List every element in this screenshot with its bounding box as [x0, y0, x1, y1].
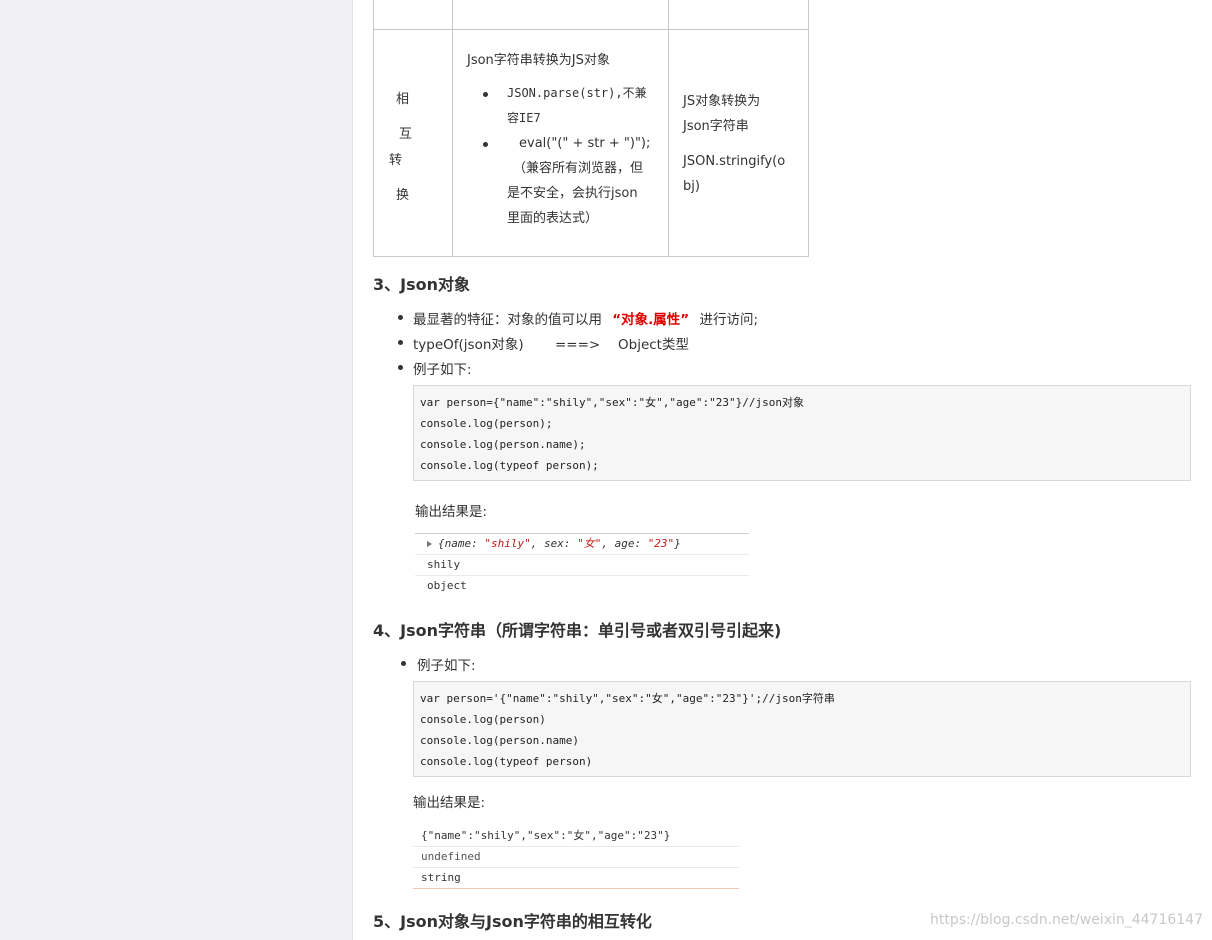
console-line: {name: "shily", sex: "女", age: "23"}: [415, 534, 749, 555]
list-item: eval("(" + str + ")"); （兼容所有浏览器，但 是不安全，会…: [467, 131, 668, 231]
list-item: 最显著的特征：对象的值可以用 “对象.属性” 进行访问;: [413, 312, 759, 328]
list-item: JSON.parse(str),不兼 容IE7: [467, 81, 668, 131]
list-item: 例子如下:: [413, 362, 472, 378]
console-line: undefined: [413, 847, 739, 868]
bullet-icon: [398, 340, 403, 345]
parse-cell: Json字符串转换为JS对象 JSON.parse(str),不兼 容IE7 e…: [452, 29, 669, 257]
code-line: var person={"name":"shily","sex":"女","ag…: [420, 396, 804, 409]
output-label: 输出结果是:: [415, 504, 488, 520]
bullet-icon: [398, 365, 403, 370]
expand-triangle-icon[interactable]: [427, 541, 432, 547]
row-label-char: 转: [389, 153, 403, 168]
bullet-icon: [401, 661, 406, 666]
console-output: {"name":"shily","sex":"女","age":"23"} un…: [413, 826, 739, 889]
code-line: console.log(person.name);: [420, 438, 586, 451]
highlight-text: “对象.属性”: [612, 312, 690, 328]
code-line: console.log(typeof person): [420, 755, 593, 768]
bullet-icon: [398, 315, 403, 320]
left-sidebar: [0, 0, 352, 940]
code-line: var person='{"name":"shily","sex":"女","a…: [420, 692, 835, 705]
code-block[interactable]: var person='{"name":"shily","sex":"女","a…: [413, 681, 1191, 777]
console-output: {name: "shily", sex: "女", age: "23"} shi…: [415, 533, 749, 596]
parse-methods-list: JSON.parse(str),不兼 容IE7 eval("(" + str +…: [467, 81, 668, 231]
row-label-cell: 相 互 转 换: [373, 29, 453, 257]
output-label: 输出结果是:: [413, 795, 486, 811]
table-cell: [373, 0, 453, 30]
row-label-char: 换: [396, 188, 410, 203]
console-line: object: [427, 579, 467, 592]
bullet-icon: [483, 142, 488, 147]
list-item: 例子如下:: [417, 658, 476, 674]
conversion-table-row: 相 互 转 换 Json字符串转换为JS对象 JSON.parse(str),不…: [373, 29, 809, 257]
list-item: typeOf(json对象) ===> Object类型: [413, 337, 689, 353]
code-line: console.log(person);: [420, 417, 553, 430]
stringify-cell: JS对象转换为 Json字符串 JSON.stringify(o bj): [668, 29, 809, 257]
watermark: https://blog.csdn.net/weixin_44716147: [929, 912, 1203, 928]
section-heading: 3、Json对象: [373, 275, 470, 294]
code-line: console.log(person.name): [420, 734, 579, 747]
code-block[interactable]: var person={"name":"shily","sex":"女","ag…: [413, 385, 1191, 481]
article-content: 相 互 转 换 Json字符串转换为JS对象 JSON.parse(str),不…: [352, 0, 1212, 940]
code-line: console.log(typeof person);: [420, 459, 599, 472]
row-label-char: 互: [399, 127, 413, 142]
table-top-row: [373, 0, 809, 30]
console-line: shily: [415, 555, 749, 576]
section-heading: 5、Json对象与Json字符串的相互转化: [373, 912, 652, 931]
console-line: string: [421, 871, 461, 884]
parse-cell-title: Json字符串转换为JS对象: [467, 53, 610, 68]
console-line: {"name":"shily","sex":"女","age":"23"}: [413, 826, 739, 847]
row-label-char: 相: [396, 92, 410, 107]
bullet-icon: [483, 92, 488, 97]
code-line: console.log(person): [420, 713, 546, 726]
table-cell: [668, 0, 809, 30]
table-cell: [452, 0, 669, 30]
section-heading: 4、Json字符串（所谓字符串：单引号或者双引号引起来): [373, 621, 782, 640]
